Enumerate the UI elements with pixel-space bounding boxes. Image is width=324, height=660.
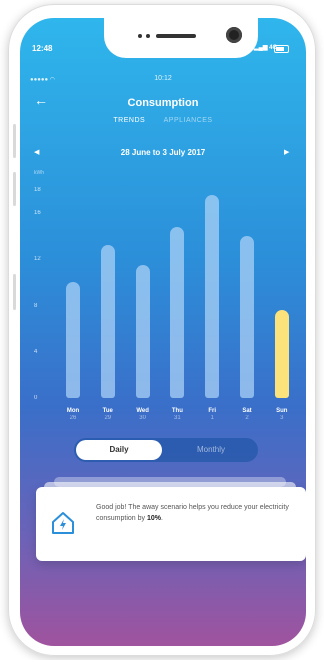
x-date-label: 3 xyxy=(280,415,284,421)
chart-bar[interactable] xyxy=(170,226,185,398)
x-day-label: Tue xyxy=(102,408,113,414)
x-axis-label: Thu 31 xyxy=(162,408,192,421)
x-date-label: 2 xyxy=(245,415,249,421)
y-tick-label: 0 xyxy=(34,395,38,401)
x-day-label: Thu xyxy=(171,408,183,414)
y-tick-label: 4 xyxy=(34,348,38,355)
y-tick-label: 16 xyxy=(34,210,41,217)
home-energy-icon xyxy=(52,512,74,534)
monthly-toggle-option[interactable]: Monthly xyxy=(166,438,256,462)
x-axis-label: Fri 1 xyxy=(197,408,227,421)
x-date-label: 1 xyxy=(210,415,214,421)
x-day-label: Fri xyxy=(208,408,217,414)
x-axis-label: Wed 30 xyxy=(128,408,158,421)
chart-bar[interactable] xyxy=(100,245,115,398)
notch-dot xyxy=(138,34,142,38)
phone-notch xyxy=(104,18,258,58)
y-tick-label: 12 xyxy=(34,256,41,263)
phone-side-button xyxy=(13,274,16,310)
x-axis-label: Sat 2 xyxy=(232,408,262,421)
consumption-bar-chart: 0 4 8 12 16 18 Mon 26 Tue 29 Wed 30 Thu 31 Fri 1 Sat 2 Sun… xyxy=(20,18,306,438)
x-day-label: Mon xyxy=(66,408,80,414)
y-tick-label: 8 xyxy=(34,302,38,309)
x-axis-label: Mon 26 xyxy=(58,408,88,421)
x-date-label: 29 xyxy=(104,415,112,421)
chart-bar[interactable] xyxy=(274,310,289,398)
x-day-label: Sun xyxy=(276,408,288,414)
notch-dot xyxy=(146,34,150,38)
y-tick-label: 18 xyxy=(34,187,41,193)
app-screen: 12:48 ▂▄▆ 4G ●●●●● ◠ 10:12 ← Consumption… xyxy=(20,18,306,646)
front-camera xyxy=(226,27,242,43)
chart-bar[interactable] xyxy=(66,282,80,398)
notch-speaker xyxy=(156,34,196,38)
tip-card[interactable]: Good job! The away scenario helps you re… xyxy=(36,487,306,561)
x-axis-label: Sun 3 xyxy=(267,408,297,421)
phone-side-button xyxy=(13,124,16,158)
tip-highlight: 10% xyxy=(146,514,161,522)
tip-message: Good job! The away scenario helps you re… xyxy=(96,504,289,522)
phone-side-button xyxy=(13,172,16,206)
period-toggle: Daily Monthly xyxy=(74,438,258,462)
x-day-label: Wed xyxy=(136,408,149,414)
daily-toggle-option[interactable]: Daily xyxy=(76,440,162,460)
chart-bar[interactable] xyxy=(240,236,254,398)
x-date-label: 26 xyxy=(69,415,77,421)
x-date-label: 31 xyxy=(174,415,181,421)
chart-bar[interactable] xyxy=(205,194,220,398)
x-date-label: 30 xyxy=(139,415,146,421)
chart-bar[interactable] xyxy=(135,265,150,398)
x-axis-label: Tue 29 xyxy=(93,408,123,421)
x-day-label: Sat xyxy=(242,408,252,414)
